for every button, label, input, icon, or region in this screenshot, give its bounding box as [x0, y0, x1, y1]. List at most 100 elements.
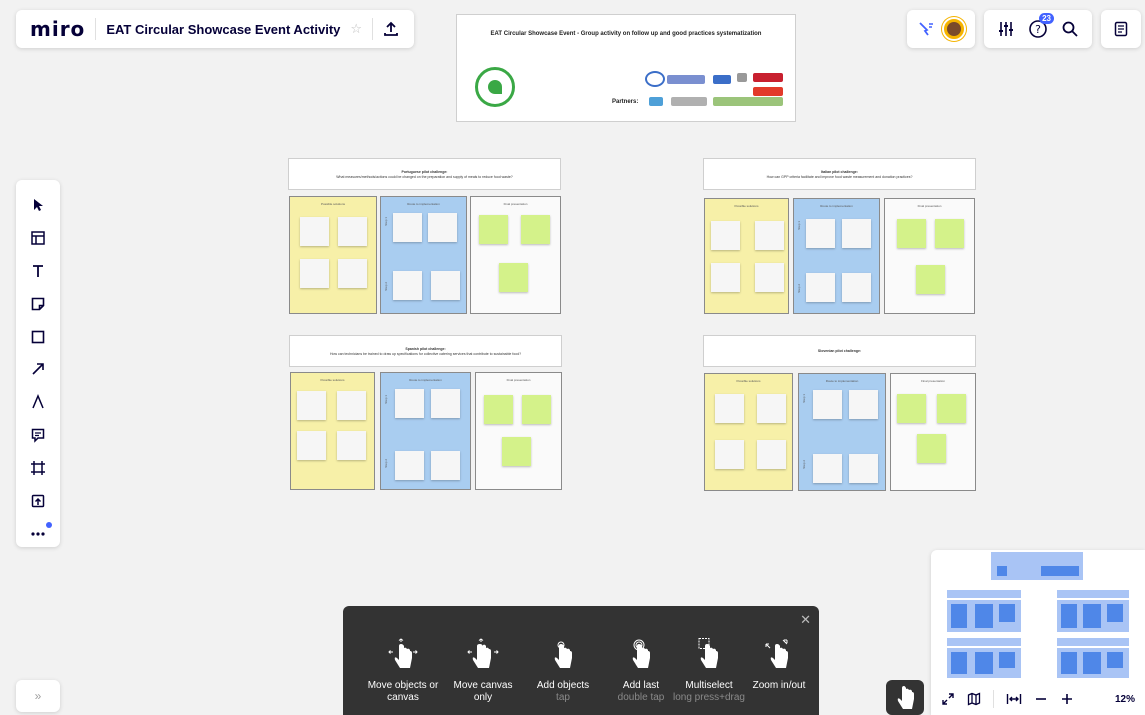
- side-label: Step 1: [384, 395, 388, 404]
- sticky-note[interactable]: [935, 219, 964, 248]
- sticky-note-tool[interactable]: [22, 290, 54, 317]
- sticky-note[interactable]: [338, 259, 367, 288]
- sticky-note[interactable]: [428, 213, 457, 242]
- star-icon[interactable]: ☆: [350, 21, 362, 37]
- sticky-note[interactable]: [813, 454, 842, 483]
- sticky-note[interactable]: [757, 394, 786, 423]
- pen-tool[interactable]: [22, 389, 54, 416]
- sticky-note[interactable]: [297, 391, 326, 420]
- fit-to-screen-icon[interactable]: [1006, 692, 1022, 706]
- sticky-note[interactable]: [813, 390, 842, 419]
- challenge-header[interactable]: Spanish pilot challenge: How can technic…: [289, 335, 562, 367]
- sticky-note[interactable]: [521, 215, 550, 244]
- settings-sliders-icon[interactable]: [997, 20, 1015, 38]
- minimap-mark: [951, 652, 967, 674]
- minimap-mark: [1107, 604, 1123, 622]
- sticky-note[interactable]: [395, 389, 424, 418]
- more-tools[interactable]: [22, 520, 54, 547]
- challenge-header[interactable]: Portuguese pilot challenge: What measure…: [288, 158, 561, 190]
- sticky-note[interactable]: [757, 440, 786, 469]
- comment-tool[interactable]: [22, 422, 54, 449]
- touch-gestures-toggle[interactable]: [886, 680, 924, 715]
- sticky-note[interactable]: [431, 389, 460, 418]
- sticky-note[interactable]: [431, 271, 460, 300]
- sticky-note[interactable]: [711, 221, 740, 250]
- zoom-out-icon[interactable]: [1034, 692, 1048, 706]
- sticky-note[interactable]: [849, 454, 878, 483]
- sticky-note[interactable]: [806, 273, 835, 302]
- sticky-note[interactable]: [715, 440, 744, 469]
- sticky-note[interactable]: [338, 217, 367, 246]
- upload-tool[interactable]: [22, 487, 54, 514]
- connection-line-tool[interactable]: [22, 356, 54, 383]
- sticky-note[interactable]: [337, 391, 366, 420]
- sticky-note[interactable]: [711, 263, 740, 292]
- sticky-note[interactable]: [806, 219, 835, 248]
- sticky-note[interactable]: [849, 390, 878, 419]
- sticky-note[interactable]: [297, 431, 326, 460]
- sticky-note[interactable]: [337, 431, 366, 460]
- reactions-icon[interactable]: [917, 20, 935, 38]
- user-avatar[interactable]: [941, 17, 966, 41]
- sticky-note[interactable]: [842, 219, 871, 248]
- sticky-note[interactable]: [393, 213, 422, 242]
- board-title[interactable]: EAT Circular Showcase Event Activity: [106, 22, 340, 37]
- sticky-note[interactable]: [916, 265, 945, 294]
- tools-bar: ? 23: [984, 10, 1092, 48]
- minimap-challenge: [1057, 638, 1129, 646]
- sticky-note[interactable]: [715, 394, 744, 423]
- arrow-icon: [32, 363, 44, 376]
- route-to-implementation-column[interactable]: Route to implementation Step 1 Step 2: [380, 372, 471, 490]
- templates-tool[interactable]: [22, 225, 54, 252]
- route-to-implementation-column[interactable]: Route to implementation Step 1 Step 2: [793, 198, 880, 314]
- route-to-implementation-column[interactable]: Route to implementation Step 1 Step 2: [798, 373, 886, 491]
- sticky-note[interactable]: [502, 437, 531, 466]
- sticky-note[interactable]: [393, 271, 422, 300]
- final-presentation-column[interactable]: Final presentation: [890, 373, 976, 491]
- sticky-note[interactable]: [897, 219, 926, 248]
- minimap[interactable]: 12%: [931, 550, 1145, 715]
- close-icon[interactable]: ✕: [800, 612, 811, 628]
- expand-panel-button[interactable]: »: [16, 680, 60, 712]
- select-tool[interactable]: [22, 192, 54, 219]
- frame-tool[interactable]: [22, 455, 54, 482]
- sticky-note[interactable]: [755, 263, 784, 292]
- route-to-implementation-column[interactable]: Route to implementation Step 1 Step 2: [380, 196, 467, 314]
- zoom-level[interactable]: 12%: [1115, 694, 1135, 705]
- share-upload-icon[interactable]: [383, 21, 399, 37]
- challenge-header[interactable]: Slovenian pilot challenge:: [703, 335, 976, 367]
- final-presentation-column[interactable]: Final presentation: [884, 198, 975, 314]
- possible-solutions-column[interactable]: Possible solutions: [704, 373, 793, 491]
- possible-solutions-column[interactable]: Possible solutions: [290, 372, 375, 490]
- text-tool[interactable]: [22, 258, 54, 285]
- minimap-challenge: [947, 638, 1021, 646]
- search-icon[interactable]: [1061, 20, 1079, 38]
- sticky-note[interactable]: [431, 451, 460, 480]
- sticky-note[interactable]: [522, 395, 551, 424]
- sticky-note[interactable]: [300, 259, 329, 288]
- shape-tool[interactable]: [22, 323, 54, 350]
- help-icon[interactable]: ? 23: [1028, 13, 1054, 39]
- sticky-note[interactable]: [484, 395, 513, 424]
- event-title-frame[interactable]: EAT Circular Showcase Event - Group acti…: [456, 14, 796, 122]
- sticky-note[interactable]: [395, 451, 424, 480]
- sticky-note[interactable]: [479, 215, 508, 244]
- possible-solutions-column[interactable]: Possible solutions: [704, 198, 789, 314]
- sticky-note[interactable]: [842, 273, 871, 302]
- sticky-note[interactable]: [300, 217, 329, 246]
- map-icon[interactable]: [967, 692, 981, 706]
- final-presentation-column[interactable]: Final presentation: [470, 196, 561, 314]
- sticky-note[interactable]: [937, 394, 966, 423]
- expand-icon[interactable]: [941, 692, 955, 706]
- gesture-help-panel: ✕ Move objects or canvas Move canvas onl…: [343, 606, 819, 715]
- miro-logo[interactable]: miro: [30, 17, 85, 41]
- final-presentation-column[interactable]: Final presentation: [475, 372, 562, 490]
- possible-solutions-column[interactable]: Possible solutions: [289, 196, 377, 314]
- zoom-in-icon[interactable]: [1060, 692, 1074, 706]
- notes-icon[interactable]: [1113, 21, 1129, 37]
- sticky-note[interactable]: [917, 434, 946, 463]
- sticky-note[interactable]: [897, 394, 926, 423]
- sticky-note[interactable]: [499, 263, 528, 292]
- challenge-header[interactable]: Italian pilot challenge: How can GPP cri…: [703, 158, 976, 190]
- sticky-note[interactable]: [755, 221, 784, 250]
